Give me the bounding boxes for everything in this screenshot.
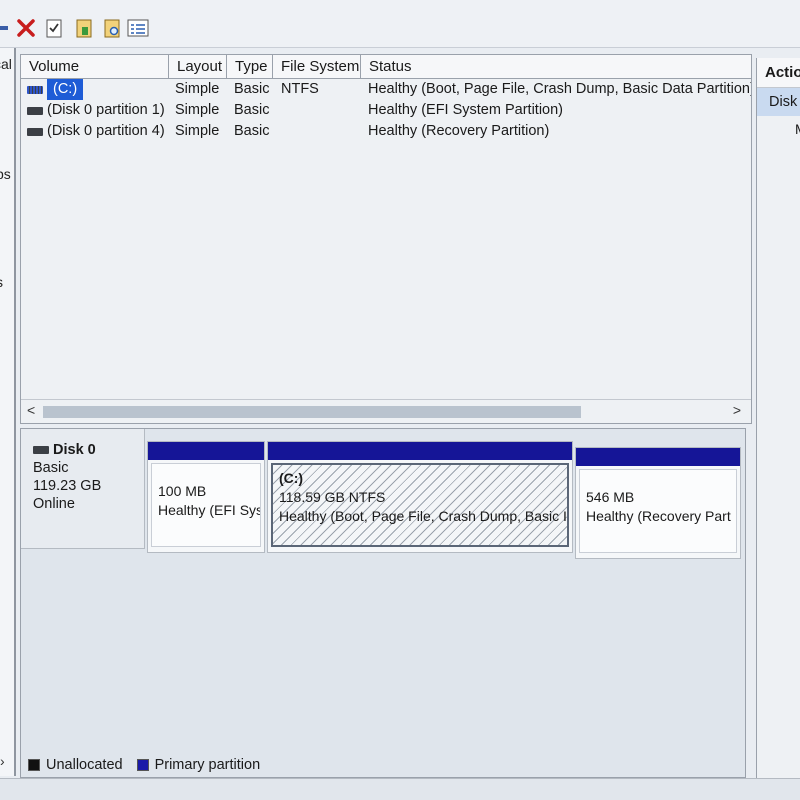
partition-body: 546 MB Healthy (Recovery Part [579,469,737,553]
tree-fragment: s [0,274,3,290]
type-cell: Basic [234,123,270,139]
partition-bar [576,448,740,466]
bar-icon[interactable] [0,16,8,40]
check-doc-icon[interactable] [42,16,66,40]
type-cell: Basic [234,81,270,97]
partition-body: (C:) 118.59 GB NTFS Healthy (Boot, Page … [271,463,569,547]
column-header-layout[interactable]: Layout [169,55,227,79]
table-row[interactable]: (Disk 0 partition 1) Simple Basic Health… [21,100,751,121]
search-doc-icon[interactable] [100,16,124,40]
disk-icon [33,446,49,454]
partition-status: Healthy (EFI Sys [158,502,261,518]
legend: Unallocated Primary partition [20,752,746,778]
partition-size: 100 MB [158,483,207,499]
layout-cell: Simple [175,123,220,139]
partition-efi[interactable]: 100 MB Healthy (EFI Sys [147,441,265,553]
file-system-cell: NTFS [281,81,319,97]
actions-more[interactable]: M [757,116,800,142]
layout-cell: Simple [175,102,220,118]
partition-title: (C:) [279,470,304,486]
partition-recovery[interactable]: 546 MB Healthy (Recovery Part [575,447,741,559]
console-tree-pane[interactable]: cal ps s › [0,48,16,776]
disk-kind: Basic [33,460,69,476]
disk-size: 119.23 GB [33,478,102,494]
status-cell: Healthy (Boot, Page File, Crash Dump, Ba… [368,81,752,97]
column-header-file-system[interactable]: File System [273,55,361,79]
disk-state: Online [33,496,75,512]
partition-status: Healthy (Boot, Page File, Crash Dump, Ba… [279,508,567,524]
volume-list: Volume Layout Type File System Status (C… [20,54,752,424]
scroll-right-arrow[interactable]: > [733,402,741,418]
column-header-type[interactable]: Type [227,55,273,79]
status-bar [0,778,800,800]
scroll-left-arrow[interactable]: < [27,402,35,418]
partition-bar [148,442,264,460]
column-header-volume[interactable]: Volume [21,55,169,79]
partition-c[interactable]: (C:) 118.59 GB NTFS Healthy (Boot, Page … [267,441,573,553]
toolbar [0,0,800,48]
disk-name-row: Disk 0 [33,441,144,459]
actions-header: Actio [757,58,800,88]
partition-bar [268,442,572,460]
delete-icon[interactable] [14,16,38,40]
volume-icon [27,127,43,136]
unallocated-swatch [28,759,40,771]
actions-pane: Actio Disk M [756,58,800,778]
scroll-thumb[interactable] [43,406,581,418]
status-cell: Healthy (EFI System Partition) [368,102,563,118]
volume-icon [27,106,43,115]
table-row[interactable]: (C:) Simple Basic NTFS Healthy (Boot, Pa… [21,79,751,100]
actions-item-disk[interactable]: Disk [757,88,800,116]
partition-size: 118.59 GB NTFS [279,489,386,505]
volume-name: (Disk 0 partition 4) [47,123,165,139]
disk-map-pane: Disk 0 Basic 119.23 GB Online 100 MB Hea… [20,428,746,778]
table-row[interactable]: (Disk 0 partition 4) Simple Basic Health… [21,121,751,142]
disk-info[interactable]: Disk 0 Basic 119.23 GB Online [21,429,145,549]
primary-swatch [136,759,149,771]
volume-cell: (Disk 0 partition 1) [27,100,165,121]
partition-body: 100 MB Healthy (EFI Sys [151,463,261,547]
status-cell: Healthy (Recovery Partition) [368,123,550,139]
type-cell: Basic [234,102,270,118]
volume-name: (Disk 0 partition 1) [47,102,165,118]
partition-status: Healthy (Recovery Part [586,508,731,524]
legend-unallocated: Unallocated [46,757,123,773]
list-icon[interactable] [126,16,150,40]
layout-cell: Simple [175,81,220,97]
horizontal-scrollbar[interactable]: < > [21,399,751,423]
tree-fragment: cal [0,56,12,72]
partition-size: 546 MB [586,489,635,505]
disk-name: Disk 0 [53,442,96,458]
legend-primary: Primary partition [154,757,261,773]
volume-cell: (Disk 0 partition 4) [27,121,165,142]
volume-icon [27,85,43,94]
volume-cell: (C:) [27,79,84,100]
tree-fragment: ps [0,166,11,182]
properties-icon[interactable] [72,16,96,40]
column-header-status[interactable]: Status [361,55,751,79]
tree-scroll-arrow[interactable]: › [0,753,5,769]
volume-name: (C:) [47,79,84,100]
